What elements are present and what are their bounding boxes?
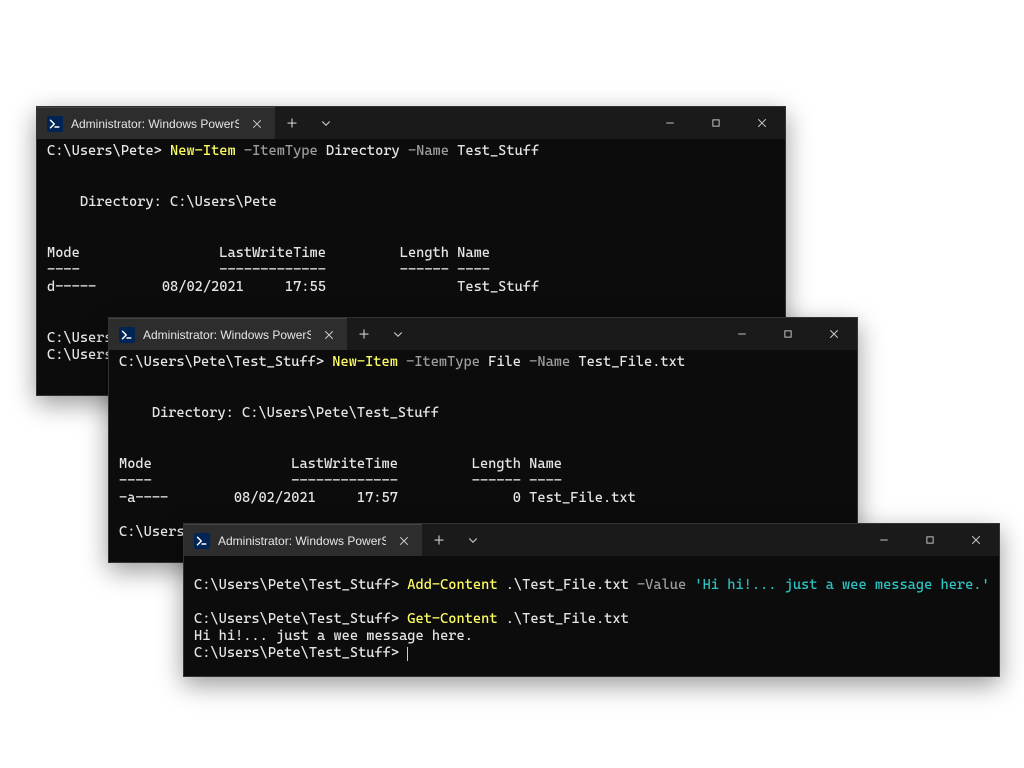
window-controls: [719, 318, 857, 350]
terminal-text: -Name: [529, 354, 578, 370]
tab-title: Administrator: Windows PowerS: [71, 117, 239, 131]
tab-powershell[interactable]: Administrator: Windows PowerS: [184, 524, 422, 556]
terminal-text: C:\Users: [47, 347, 113, 363]
powershell-icon: [194, 533, 210, 549]
terminal-text: C:\Users: [47, 330, 113, 346]
terminal-text: Directory: C:\Users\Pete: [47, 194, 277, 210]
terminal-window[interactable]: Administrator: Windows PowerS C:\Users\P…: [183, 523, 1000, 677]
tab-strip: [347, 318, 719, 350]
new-tab-button[interactable]: [422, 524, 456, 556]
terminal-text: d----- 08/02/2021 17:55 Test_Stuff: [47, 279, 539, 295]
terminal-text: .\Test_File.txt: [506, 577, 637, 593]
minimize-button[interactable]: [719, 318, 765, 350]
terminal-text: ---- ------------- ------ ----: [119, 473, 562, 489]
terminal-text: Get-Content: [407, 611, 505, 627]
maximize-button[interactable]: [907, 524, 953, 556]
maximize-button[interactable]: [765, 318, 811, 350]
terminal-text: Directory: C:\Users\Pete\Test_Stuff: [119, 405, 439, 421]
tab-dropdown-icon[interactable]: [456, 524, 490, 556]
terminal-text: ---- ------------- ------ ----: [47, 262, 490, 278]
terminal-text: Test_Stuff: [457, 143, 539, 159]
terminal-text: Hi hi!... just a wee message here.: [194, 628, 473, 644]
cursor: [407, 647, 408, 661]
terminal-text: C:\Users\Pete>: [47, 143, 170, 159]
terminal-text: C:\Users\Pete\Test_Stuff>: [194, 645, 407, 661]
close-button[interactable]: [739, 107, 785, 139]
terminal-text: -Name: [408, 143, 457, 159]
terminal-output[interactable]: C:\Users\Pete\Test_Stuff> New-Item -Item…: [109, 350, 857, 549]
terminal-text: Test_File.txt: [578, 354, 685, 370]
tab-dropdown-icon[interactable]: [381, 318, 415, 350]
terminal-text: -a---- 08/02/2021 17:57 0 Test_File.txt: [119, 490, 636, 506]
tab-powershell[interactable]: Administrator: Windows PowerS: [37, 107, 275, 139]
minimize-button[interactable]: [647, 107, 693, 139]
terminal-text: .\Test_File.txt: [506, 611, 629, 627]
close-button[interactable]: [953, 524, 999, 556]
titlebar: Administrator: Windows PowerS: [184, 524, 999, 556]
tab-close-icon[interactable]: [247, 114, 267, 134]
tab-powershell[interactable]: Administrator: Windows PowerS: [109, 318, 347, 350]
terminal-text: C:\Users\Pete\Test_Stuff>: [194, 611, 407, 627]
tab-dropdown-icon[interactable]: [309, 107, 343, 139]
maximize-button[interactable]: [693, 107, 739, 139]
minimize-button[interactable]: [861, 524, 907, 556]
tab-close-icon[interactable]: [394, 531, 414, 551]
terminal-text: Mode LastWriteTime Length Name: [47, 245, 490, 261]
titlebar: Administrator: Windows PowerS: [37, 107, 785, 139]
window-controls: [647, 107, 785, 139]
titlebar: Administrator: Windows PowerS: [109, 318, 857, 350]
terminal-text: -ItemType: [244, 143, 326, 159]
terminal-text: C:\Users: [119, 524, 185, 540]
terminal-text: -Value: [637, 577, 694, 593]
close-button[interactable]: [811, 318, 857, 350]
tab-close-icon[interactable]: [319, 325, 339, 345]
terminal-text: Mode LastWriteTime Length Name: [119, 456, 562, 472]
terminal-text: Add-Content: [407, 577, 505, 593]
terminal-output[interactable]: C:\Users\Pete\Test_Stuff> Add-Content .\…: [184, 556, 999, 670]
new-tab-button[interactable]: [275, 107, 309, 139]
terminal-text: New-Item: [332, 354, 406, 370]
terminal-text: 'Hi hi!... just a wee message here.': [694, 577, 989, 593]
terminal-text: Directory: [326, 143, 408, 159]
terminal-text: File: [488, 354, 529, 370]
new-tab-button[interactable]: [347, 318, 381, 350]
terminal-text: C:\Users\Pete\Test_Stuff>: [119, 354, 332, 370]
tab-title: Administrator: Windows PowerS: [143, 328, 311, 342]
terminal-text: -ItemType: [406, 354, 488, 370]
powershell-icon: [47, 116, 63, 132]
window-controls: [861, 524, 999, 556]
tab-title: Administrator: Windows PowerS: [218, 534, 386, 548]
terminal-text: New-Item: [170, 143, 244, 159]
tab-strip: [275, 107, 647, 139]
tab-strip: [422, 524, 861, 556]
terminal-text: C:\Users\Pete\Test_Stuff>: [194, 577, 407, 593]
powershell-icon: [119, 327, 135, 343]
